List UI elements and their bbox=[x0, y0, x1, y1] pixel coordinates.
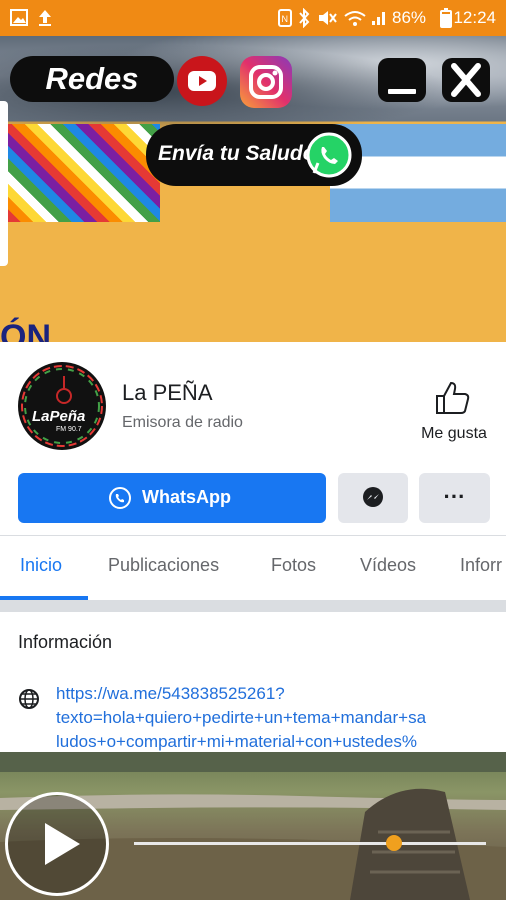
play-icon bbox=[45, 823, 80, 865]
instagram-icon bbox=[249, 65, 283, 99]
nfc-icon: N bbox=[278, 9, 292, 27]
thumbs-up-icon bbox=[436, 381, 470, 414]
tab-fotos[interactable]: Fotos bbox=[271, 555, 316, 576]
close-icon bbox=[451, 63, 481, 97]
tab-videos[interactable]: Vídeos bbox=[360, 555, 416, 576]
side-handle[interactable] bbox=[0, 101, 8, 266]
more-options-button[interactable]: ··· bbox=[419, 473, 490, 523]
saludo-label: Envía tu Saludo bbox=[158, 142, 316, 165]
wiphala-flag bbox=[8, 124, 160, 222]
page-title: La PEÑA bbox=[122, 380, 213, 405]
section-separator bbox=[0, 600, 506, 612]
whatsapp-button[interactable]: WhatsApp bbox=[18, 473, 326, 523]
page-avatar[interactable]: LaPeña FM 90.7 bbox=[18, 362, 106, 450]
messenger-icon bbox=[363, 487, 383, 507]
whatsapp-icon bbox=[306, 132, 352, 178]
battery-percent: 86% bbox=[392, 8, 427, 27]
link-line: https://wa.me/543838525261? bbox=[56, 684, 285, 703]
minimize-button[interactable] bbox=[378, 58, 426, 102]
instagram-button[interactable] bbox=[240, 56, 292, 108]
page-category: Emisora de radio bbox=[122, 414, 243, 431]
link-line: texto=hola+quiero+pedirte+un+tema+mandar… bbox=[56, 708, 427, 727]
whatsapp-label: WhatsApp bbox=[142, 487, 231, 507]
status-time: 12:24 bbox=[453, 8, 496, 27]
like-button[interactable]: Me gusta bbox=[412, 378, 496, 448]
close-button[interactable] bbox=[442, 58, 490, 102]
globe-icon bbox=[19, 689, 39, 709]
play-button[interactable] bbox=[5, 792, 109, 896]
saludo-button[interactable]: Envía tu Saludo bbox=[146, 124, 362, 186]
cover-partial-text: ÓN bbox=[0, 318, 51, 342]
svg-text:N: N bbox=[282, 14, 289, 24]
wifi-icon bbox=[344, 11, 366, 26]
info-heading: Información bbox=[18, 632, 113, 652]
tab-publicaciones[interactable]: Publicaciones bbox=[108, 555, 219, 576]
audio-player bbox=[0, 752, 506, 900]
logo-frequency: FM 90.7 bbox=[56, 426, 82, 433]
logo-text: LaPeña bbox=[32, 408, 86, 425]
website-link[interactable]: https://wa.me/543838525261? texto=hola+q… bbox=[56, 682, 496, 752]
messenger-button[interactable] bbox=[338, 473, 408, 523]
redes-label: Redes bbox=[10, 56, 174, 102]
status-bar: N 86% 12:24 bbox=[0, 0, 506, 36]
upload-icon bbox=[39, 10, 51, 26]
youtube-icon bbox=[188, 71, 216, 91]
radio-logo-icon bbox=[19, 363, 105, 449]
signal-icon bbox=[372, 12, 385, 25]
progress-slider[interactable] bbox=[134, 835, 486, 851]
tab-inicio[interactable]: Inicio bbox=[20, 555, 62, 576]
bluetooth-icon bbox=[299, 8, 310, 28]
tab-informacion[interactable]: Inforr bbox=[460, 555, 502, 576]
mute-icon bbox=[319, 11, 337, 25]
tabs-divider bbox=[0, 535, 506, 536]
gallery-icon bbox=[10, 9, 28, 26]
link-line: ludos+o+compartir+mi+material+con+ustede… bbox=[56, 732, 417, 751]
cover-banner: Redes Envía tu Saludo ÓN bbox=[0, 36, 506, 342]
whatsapp-outline-icon bbox=[109, 487, 131, 509]
minimize-icon bbox=[388, 89, 416, 94]
youtube-button[interactable] bbox=[177, 56, 227, 106]
like-label: Me gusta bbox=[421, 425, 487, 442]
